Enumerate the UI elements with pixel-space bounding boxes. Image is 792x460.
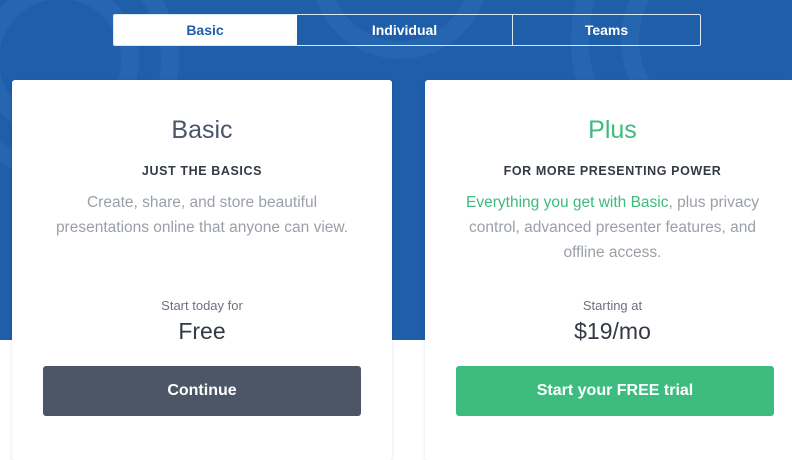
basic-plan-subtitle: JUST THE BASICS [141,164,263,178]
basic-plan-title: Basic [171,116,233,144]
plus-plan-card: Plus FOR MORE PRESENTING POWER Everythin… [425,80,792,460]
basic-price-label: Start today for [161,298,243,313]
basic-plan-card: Basic JUST THE BASICS Create, share, and… [12,80,392,460]
basic-price-value: Free [178,318,226,344]
start-free-trial-button[interactable]: Start your FREE trial [456,366,774,416]
continue-button[interactable]: Continue [43,366,361,416]
plus-price-label: Starting at [582,298,643,313]
plus-plan-description: Everything you get with Basic, plus priv… [458,190,768,265]
plus-plan-subtitle: FOR MORE PRESENTING POWER [503,164,722,178]
plus-plan-title: Plus [588,116,637,144]
tab-teams[interactable]: Teams [513,15,700,45]
plan-type-tabs: Basic Individual Teams [113,14,701,46]
basic-features-link[interactable]: Everything you get with Basic [466,194,668,211]
tab-basic[interactable]: Basic [114,15,297,45]
basic-plan-description: Create, share, and store beautiful prese… [55,194,349,236]
plus-price-value: $19/mo [574,318,651,344]
tab-individual[interactable]: Individual [297,15,513,45]
